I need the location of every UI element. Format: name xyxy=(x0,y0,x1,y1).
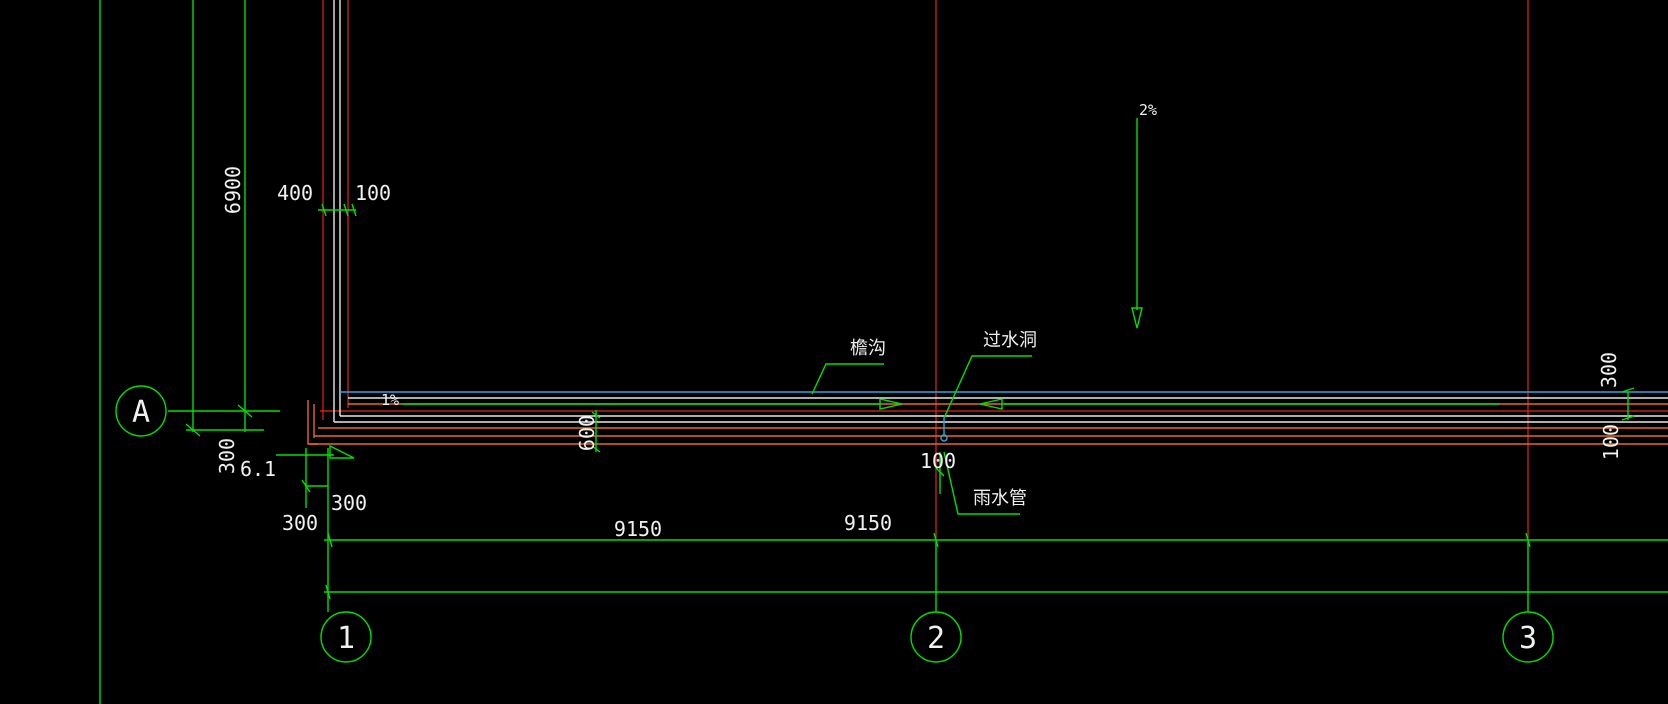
axis-lines xyxy=(320,0,1668,540)
cad-drawing-canvas[interactable]: A 1 2 3 6900 400 100 300 6.1 300 300 915… xyxy=(0,0,1668,704)
dim-6900: 6900 xyxy=(221,166,245,214)
roof-slope-arrow xyxy=(1131,307,1143,329)
wall-corner-marker xyxy=(329,444,355,459)
label-overflow-hole: 过水洞 xyxy=(983,330,1037,351)
axis-label-a: A xyxy=(132,395,150,430)
dim-9150-a: 9150 xyxy=(614,517,662,541)
roof-slope-text: 2% xyxy=(1139,101,1157,119)
dim-100-pipe: 100 xyxy=(920,449,956,473)
dim-100-top: 100 xyxy=(355,181,391,205)
dim-300-right: 300 xyxy=(1597,352,1621,388)
dim-400: 400 xyxy=(277,181,313,205)
dim-100-right: 100 xyxy=(1599,424,1623,460)
label-rain-pipe: 雨水管 xyxy=(973,488,1027,509)
axis-label-2: 2 xyxy=(927,621,945,656)
axis-bubble-3[interactable]: 3 xyxy=(1502,611,1554,663)
dim-300-bottom-left: 300 xyxy=(282,511,318,535)
axis-bubble-2[interactable]: 2 xyxy=(910,611,962,663)
label-gutter: 檐沟 xyxy=(850,338,886,359)
slope-arrows xyxy=(402,118,1500,410)
gutter-slope-text: 1% xyxy=(381,391,399,409)
dim-300-left: 300 xyxy=(215,438,239,474)
dim-600: 600 xyxy=(575,415,599,451)
dim-9150-b: 9150 xyxy=(844,511,892,535)
axis-bubble-1[interactable]: 1 xyxy=(320,611,372,663)
axis-bubble-a[interactable]: A xyxy=(115,385,167,437)
dim-300-bottom-right: 300 xyxy=(331,491,367,515)
axis-label-1: 1 xyxy=(337,621,355,656)
wall-corner xyxy=(307,0,1668,459)
dim-6-1: 6.1 xyxy=(240,457,276,481)
axis-label-3: 3 xyxy=(1519,621,1537,656)
